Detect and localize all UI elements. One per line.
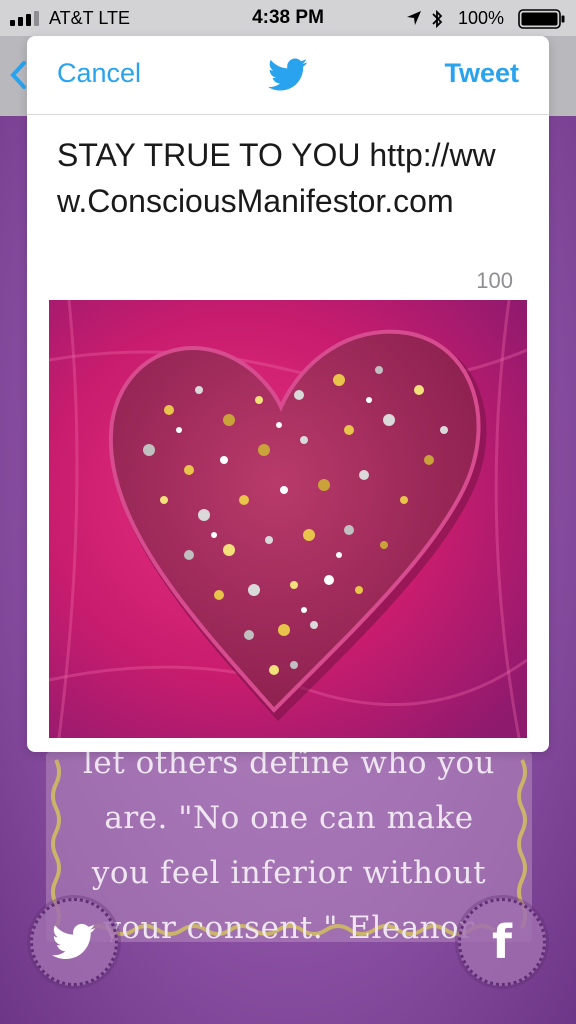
attached-image[interactable] xyxy=(49,300,527,738)
quote-line: let others define who you xyxy=(83,752,495,781)
quote-line: are. "No one can make xyxy=(104,800,474,836)
twitter-bird-icon xyxy=(268,58,308,91)
tweet-compose-sheet: Cancel Tweet STAY TRUE TO YOU http://www… xyxy=(27,36,549,752)
battery-percentage: 100% xyxy=(458,8,505,28)
facebook-share-button[interactable]: f xyxy=(458,898,546,986)
quote-line: your consent." Eleanor xyxy=(103,910,475,942)
tweet-text-input[interactable]: STAY TRUE TO YOU http://www.ConsciousMan… xyxy=(57,132,519,224)
twitter-share-button[interactable] xyxy=(30,898,118,986)
quote-line: you feel inferior without xyxy=(91,855,487,891)
compose-header: Cancel Tweet xyxy=(27,36,549,115)
glitter-heart-image xyxy=(49,300,527,738)
twitter-icon xyxy=(52,923,96,960)
bluetooth-icon xyxy=(432,9,443,29)
character-count: 100 xyxy=(476,268,513,293)
battery-icon xyxy=(518,9,565,29)
status-bar: AT&T LTE 4:38 PM 100% xyxy=(0,0,576,36)
quote-text: let others define who you are. "No one c… xyxy=(66,752,512,942)
quote-card: let others define who you are. "No one c… xyxy=(46,752,532,942)
location-icon xyxy=(407,11,421,25)
facebook-icon: f xyxy=(491,915,512,969)
back-chevron-icon[interactable] xyxy=(8,60,28,90)
tweet-button[interactable]: Tweet xyxy=(444,58,519,89)
cancel-button[interactable]: Cancel xyxy=(57,58,141,89)
